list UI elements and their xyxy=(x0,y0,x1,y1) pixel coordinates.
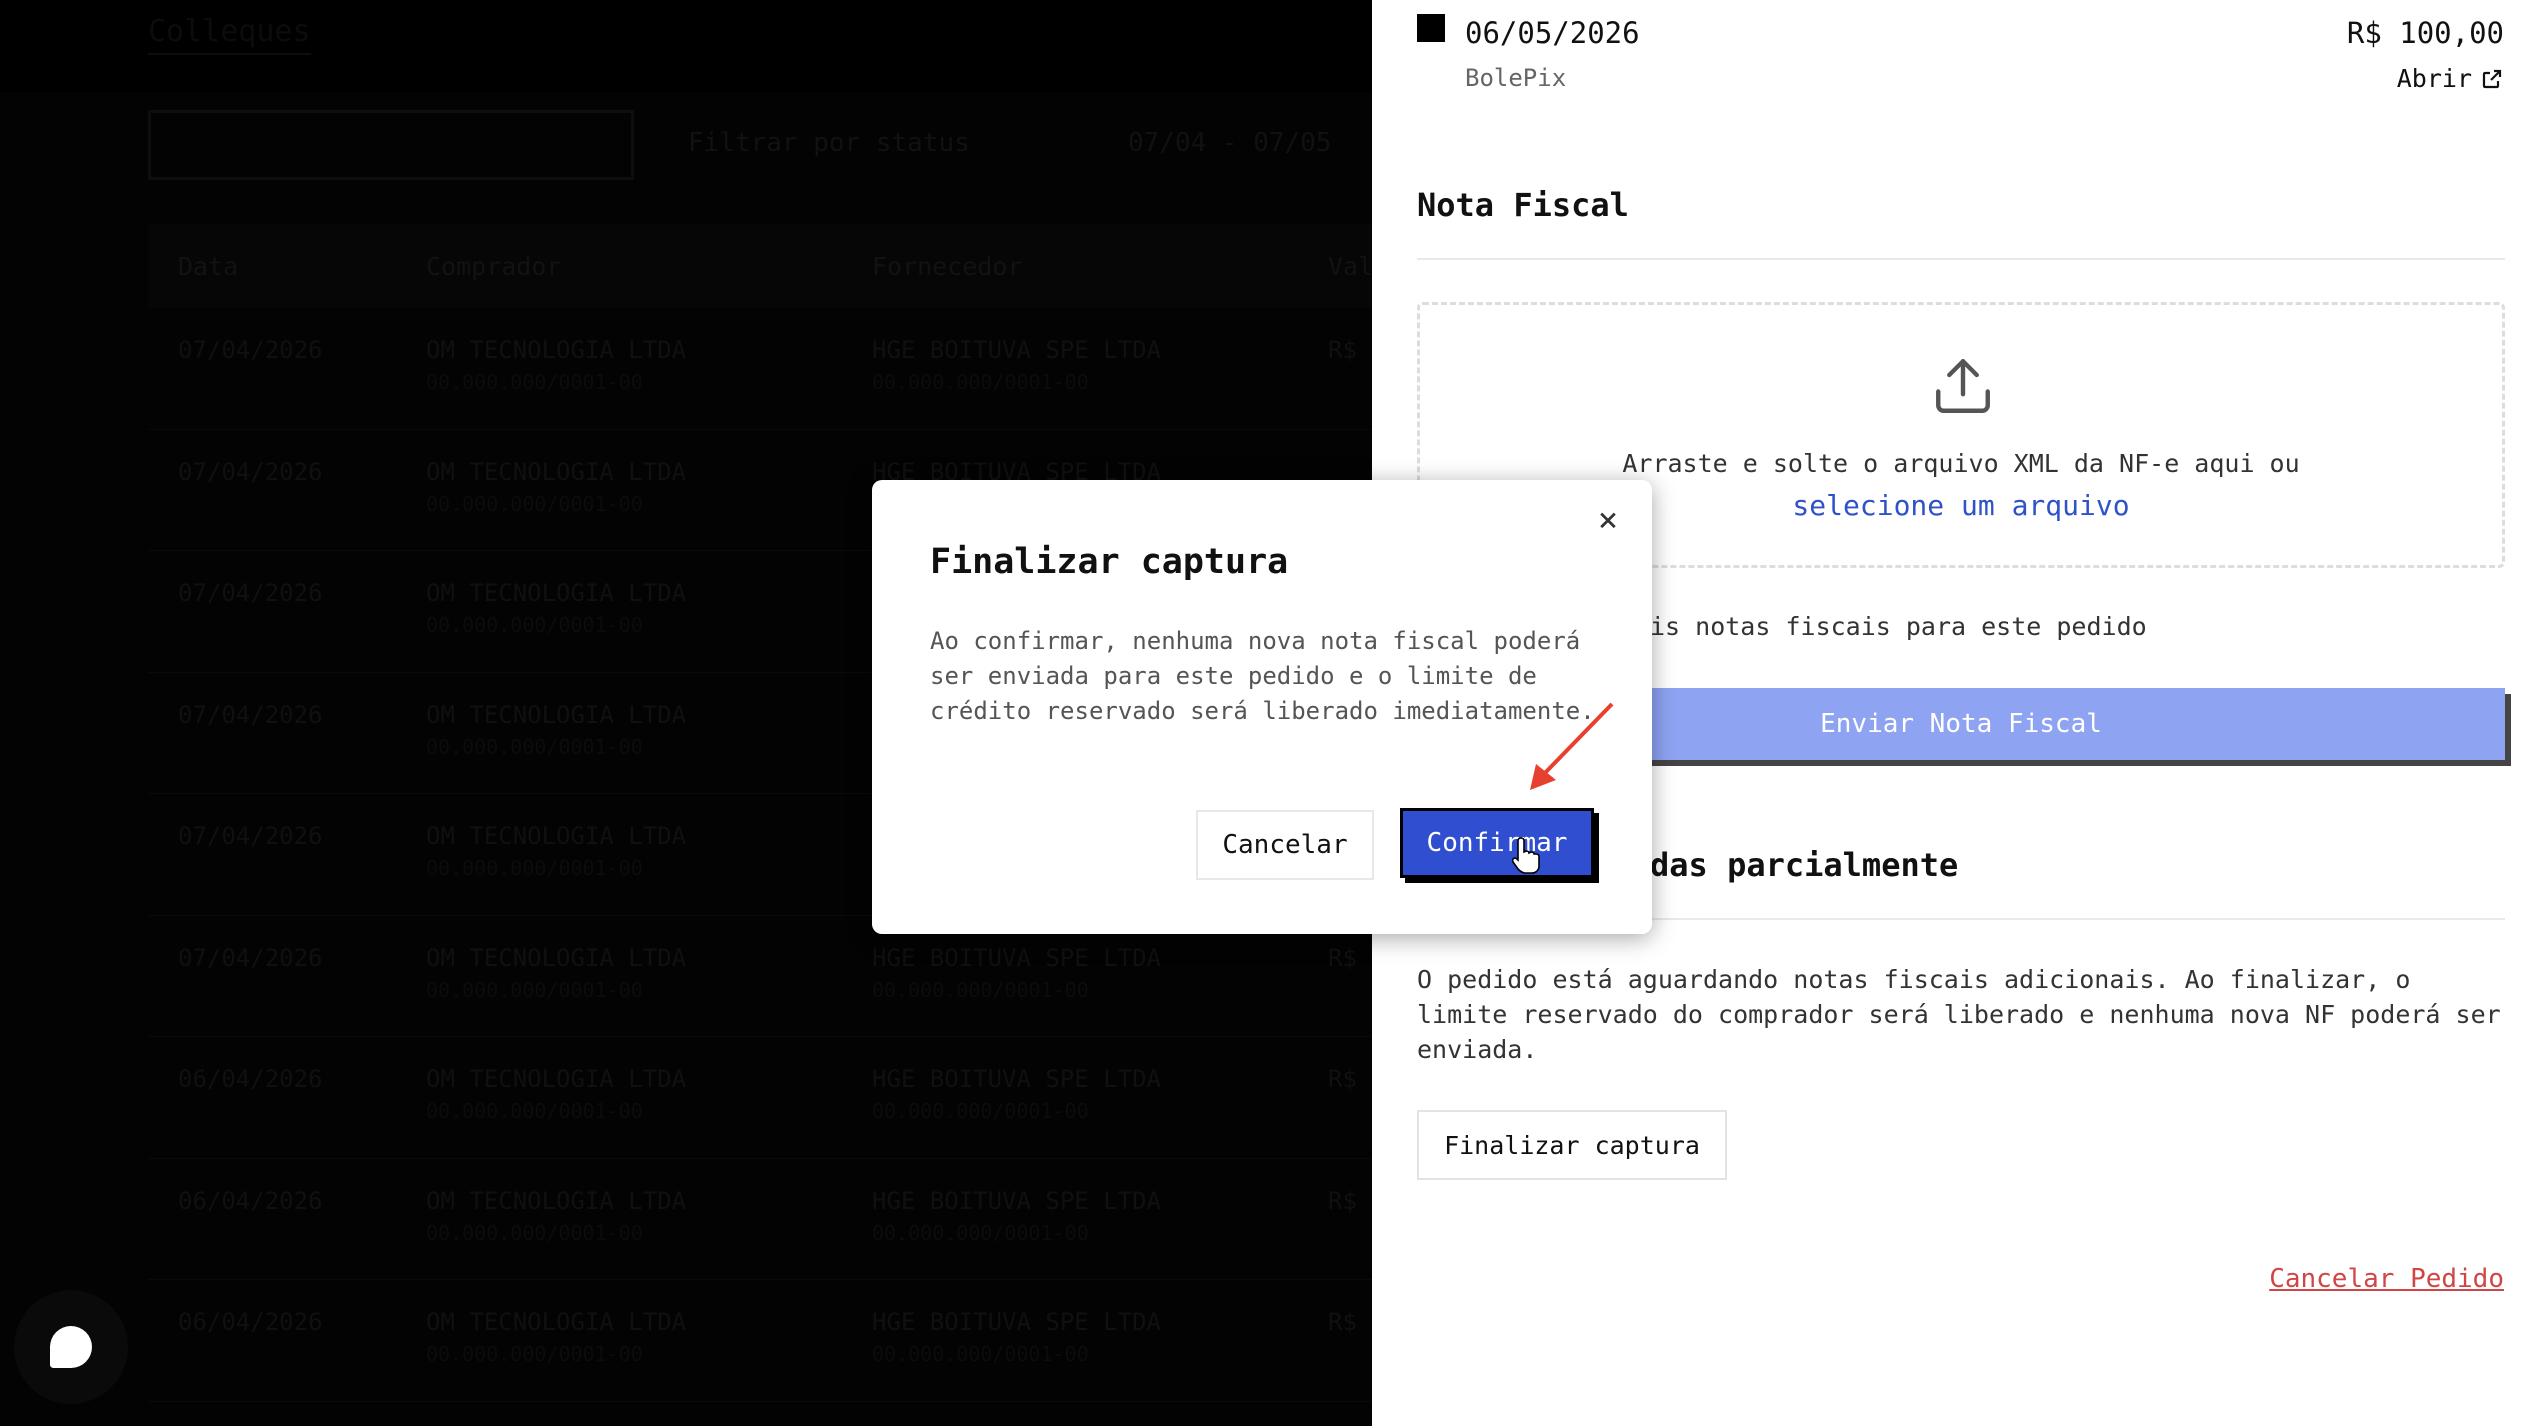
divider xyxy=(1417,258,2505,260)
table-cell-buyer-sub: 00.000.000/0001-00 xyxy=(426,1099,643,1123)
table-cell-buyer-sub: 00.000.000/0001-00 xyxy=(426,856,643,880)
table-cell-date: 06/04/2026 xyxy=(178,1065,323,1093)
payment-date: 06/05/2026 xyxy=(1465,16,1640,50)
finalize-capture-button[interactable]: Finalizar captura xyxy=(1417,1110,1727,1180)
upload-icon xyxy=(1936,359,1990,413)
table-cell-date: 07/04/2026 xyxy=(178,700,323,729)
hand-cursor-icon xyxy=(1512,837,1540,874)
table-cell-buyer: OM TECNOLOGIA LTDA xyxy=(426,1065,687,1093)
table-cell-buyer-sub: 00.000.000/0001-00 xyxy=(426,370,643,394)
status-filter[interactable]: Filtrar por status xyxy=(688,128,970,158)
table-header: Data Comprador Fornecedor Valor xyxy=(148,224,1372,308)
table-cell-supplier: HGE BOITUVA SPE LTDA xyxy=(872,336,1161,364)
table-row[interactable]: 06/04/2026 OM TECNOLOGIA LTDA 00.000.000/0… xyxy=(148,1159,1372,1280)
table-cell-value: R$ 112 xyxy=(1328,1186,1372,1215)
brand-logo[interactable]: Colleques xyxy=(148,14,311,55)
nota-fiscal-title: Nota Fiscal xyxy=(1417,186,1629,224)
table-cell-supplier-sub: 00.000.000/0001-00 xyxy=(872,1342,1089,1366)
table-cell-buyer-sub: 00.000.000/0001-00 xyxy=(426,491,643,516)
table-cell-buyer-sub: 00.000.000/0001-00 xyxy=(426,1220,643,1245)
table-row[interactable]: 06/04/2026 OM TECNOLOGIA LTDA 00.000.000/0… xyxy=(148,1280,1372,1402)
open-payment-link[interactable]: Abrir xyxy=(2397,64,2504,93)
chat-widget-button[interactable] xyxy=(14,1290,128,1404)
partial-received-title: das parcialmente xyxy=(1650,846,1959,884)
table-cell-supplier: HGE BOITUVA SPE LTDA xyxy=(872,1308,1161,1336)
column-header: Fornecedor xyxy=(872,251,1023,281)
table-cell-supplier-sub: 00.000.000/0001-00 xyxy=(872,1220,1089,1245)
table-cell-supplier: HGE BOITUVA SPE LTDA xyxy=(872,1186,1161,1215)
table-cell-value: R$ 123 xyxy=(1328,943,1372,972)
table-cell-buyer: OM TECNOLOGIA LTDA xyxy=(426,457,687,486)
table-cell-supplier-sub: 00.000.000/0001-00 xyxy=(872,370,1089,394)
table-cell-date: 07/04/2026 xyxy=(178,457,323,486)
table-cell-value: R$ 112 xyxy=(1328,1308,1372,1336)
table-cell-date: 07/04/2026 xyxy=(178,943,323,972)
top-bar: Colleques xyxy=(0,0,1372,92)
close-icon[interactable]: × xyxy=(1590,502,1626,538)
dialog-title: Finalizar captura xyxy=(930,542,1289,582)
table-cell-supplier-sub: 00.000.000/0001-00 xyxy=(872,977,1089,1002)
table-cell-value: R$ 123 xyxy=(1328,1065,1372,1093)
date-range-picker[interactable]: 07/04 - 07/05 xyxy=(1128,128,1332,158)
table-cell-buyer: OM TECNOLOGIA LTDA xyxy=(426,336,687,364)
table-cell-buyer: OM TECNOLOGIA LTDA xyxy=(426,943,687,972)
table-cell-buyer: OM TECNOLOGIA LTDA xyxy=(426,700,687,729)
nf-hint-text: is notas fiscais para este pedido xyxy=(1650,612,2147,641)
table-cell-buyer: OM TECNOLOGIA LTDA xyxy=(426,1308,687,1336)
payment-method: BolePix xyxy=(1465,64,1567,92)
column-header: Valor xyxy=(1328,251,1372,281)
search-input[interactable] xyxy=(148,110,634,180)
table-cell-supplier-sub: 00.000.000/0001-00 xyxy=(872,1099,1089,1123)
table-row[interactable]: 07/04/2026 OM TECNOLOGIA LTDA 00.000.000/0… xyxy=(148,308,1372,430)
table-cell-buyer: OM TECNOLOGIA LTDA xyxy=(426,579,687,607)
column-header: Comprador xyxy=(426,251,562,281)
table-cell-date: 07/04/2026 xyxy=(178,336,323,364)
table-cell-date: 07/04/2026 xyxy=(178,579,323,607)
table-cell-buyer-sub: 00.000.000/0001-00 xyxy=(426,734,643,759)
payment-checkbox[interactable] xyxy=(1417,14,1445,42)
partial-received-description: O pedido está aguardando notas fiscais a… xyxy=(1417,965,2501,1064)
table-cell-value: R$ 134 xyxy=(1328,336,1372,364)
table-cell-date: 06/04/2026 xyxy=(178,1308,323,1336)
table-cell-supplier: HGE BOITUVA SPE LTDA xyxy=(872,943,1161,972)
table-cell-date: 07/04/2026 xyxy=(178,822,323,850)
cancel-order-link[interactable]: Cancelar Pedido xyxy=(2269,1264,2504,1294)
table-cell-buyer-sub: 00.000.000/0001-00 xyxy=(426,1342,643,1366)
table-cell-date: 06/04/2026 xyxy=(178,1186,323,1215)
cancel-button[interactable]: Cancelar xyxy=(1196,810,1374,880)
table-row[interactable]: 06/04/2026 OM TECNOLOGIA LTDA 00.000.000/0… xyxy=(148,1037,1372,1159)
open-payment-label: Abrir xyxy=(2396,64,2472,93)
confirm-button[interactable]: Confirmar xyxy=(1400,808,1594,878)
table-cell-supplier: HGE BOITUVA SPE LTDA xyxy=(872,1065,1161,1093)
dropzone-text: Arraste e solte o arquivo XML da NF-e aq… xyxy=(1622,449,2300,478)
column-header: Data xyxy=(178,251,239,281)
table-cell-buyer-sub: 00.000.000/0001-00 xyxy=(426,977,643,1002)
annotation-arrow-icon xyxy=(1530,702,1614,790)
table-cell-buyer-sub: 00.000.000/0001-00 xyxy=(426,613,643,637)
payment-amount: R$ 100,00 xyxy=(2346,16,2504,50)
dialog-body: Ao confirmar, nenhuma nova nota fiscal p… xyxy=(930,627,1595,725)
table-cell-buyer: OM TECNOLOGIA LTDA xyxy=(426,1186,687,1215)
table-cell-buyer: OM TECNOLOGIA LTDA xyxy=(426,822,687,850)
chat-icon xyxy=(50,1326,92,1368)
external-link-icon xyxy=(2482,69,2502,88)
